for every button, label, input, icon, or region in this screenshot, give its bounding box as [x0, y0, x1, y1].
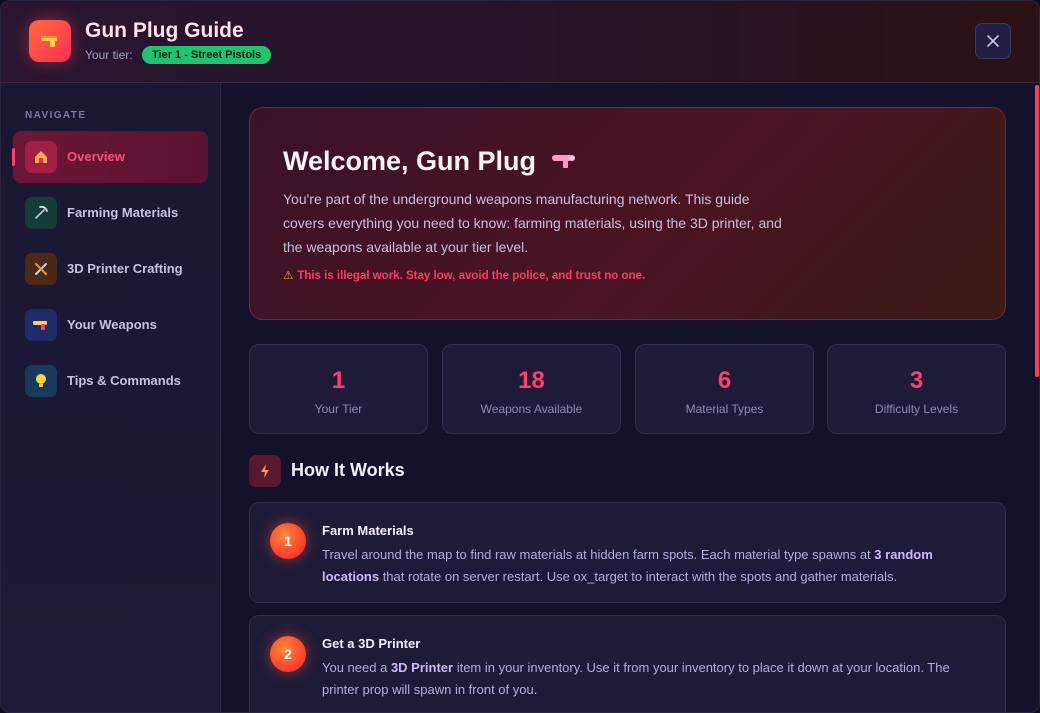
step-body-text: that rotate on server restart. Use ox_ta… — [379, 569, 898, 584]
step-title: Get a 3D Printer — [322, 636, 421, 651]
pistol-icon — [25, 309, 57, 341]
tier-label: Your tier: — [85, 48, 133, 62]
warning-icon: ⚠ — [283, 270, 294, 282]
step-body-text: You need a — [322, 660, 391, 675]
header: Gun Plug Guide Your tier: Tier 1 - Stree… — [1, 1, 1039, 83]
stat-label: Difficulty Levels — [874, 402, 959, 416]
stat-label: Your Tier — [314, 402, 363, 416]
stat-value: 3 — [909, 367, 924, 394]
lightning-icon — [249, 455, 281, 487]
lightbulb-icon — [25, 365, 57, 397]
sidebar-item-label: Overview — [67, 149, 125, 164]
sidebar-item-overview[interactable]: Overview — [12, 131, 208, 183]
step-body-bold: 3D Printer — [390, 660, 454, 675]
welcome-title-text: Welcome, Gun Plug — [283, 146, 537, 176]
stat-label: Weapons Available — [480, 402, 583, 416]
sidebar-item-label: Your Weapons — [67, 317, 157, 332]
welcome-card: Welcome, Gun Plug You're part of the und… — [249, 107, 1006, 320]
close-button[interactable] — [975, 23, 1011, 59]
scrollbar[interactable] — [1035, 85, 1039, 377]
close-icon — [987, 35, 999, 47]
stat-card-difficulty-levels: 3 Difficulty Levels — [827, 344, 1006, 434]
tier-badge: Tier 1 - Street Pistols — [142, 46, 272, 64]
welcome-description: You're part of the underground weapons m… — [283, 191, 782, 255]
sidebar-item-label: Farming Materials — [67, 205, 179, 220]
stat-card-material-types: 6 Material Types — [635, 344, 814, 434]
warning-message: This is illegal work. Stay low, avoid th… — [297, 270, 646, 282]
step-body: You need a 3D Printer item in your inven… — [322, 657, 987, 701]
pickaxe-icon — [25, 197, 57, 229]
stat-label: Material Types — [685, 402, 764, 416]
step-number: 1 — [270, 523, 306, 559]
sidebar-item-farming-materials[interactable]: Farming Materials — [13, 187, 208, 239]
sidebar-item-your-weapons[interactable]: Your Weapons — [13, 299, 208, 351]
house-icon — [25, 141, 57, 173]
stat-card-your-tier: 1 Your Tier — [249, 344, 428, 434]
step-body: Travel around the map to find raw materi… — [322, 544, 987, 588]
sidebar-item-label: 3D Printer Crafting — [67, 261, 183, 276]
stat-value: 1 — [331, 367, 346, 394]
step-number: 2 — [270, 636, 306, 672]
main-content[interactable]: Welcome, Gun Plug You're part of the und… — [221, 83, 1039, 712]
section-title: How It Works — [291, 460, 405, 480]
warning-text: ⚠ This is illegal work. Stay low, avoid t… — [283, 268, 645, 282]
tools-icon — [25, 253, 57, 285]
step-card-farm-materials: 1 Farm Materials Travel around the map t… — [249, 502, 1006, 603]
step-title: Farm Materials — [322, 523, 414, 538]
app-title: Gun Plug Guide — [85, 19, 244, 42]
guide-window: Gun Plug Guide Your tier: Tier 1 - Stree… — [0, 0, 1040, 713]
stat-value: 6 — [717, 367, 732, 394]
stat-value: 18 — [518, 367, 545, 394]
welcome-title: Welcome, Gun Plug — [283, 146, 578, 178]
step-body-text: Travel around the map to find raw materi… — [322, 547, 875, 562]
pistol-icon — [29, 20, 71, 62]
sidebar-item-3d-printer-crafting[interactable]: 3D Printer Crafting — [13, 243, 208, 295]
stat-card-weapons-available: 18 Weapons Available — [442, 344, 621, 434]
raygun-icon — [550, 147, 578, 178]
nav-heading: NAVIGATE — [25, 110, 87, 121]
sidebar-item-label: Tips & Commands — [67, 373, 181, 388]
sidebar: NAVIGATE Overview Farming Materials 3D P… — [1, 83, 221, 712]
step-card-get-3d-printer: 2 Get a 3D Printer You need a 3D Printer… — [249, 615, 1006, 712]
sidebar-item-tips-commands[interactable]: Tips & Commands — [13, 355, 208, 407]
